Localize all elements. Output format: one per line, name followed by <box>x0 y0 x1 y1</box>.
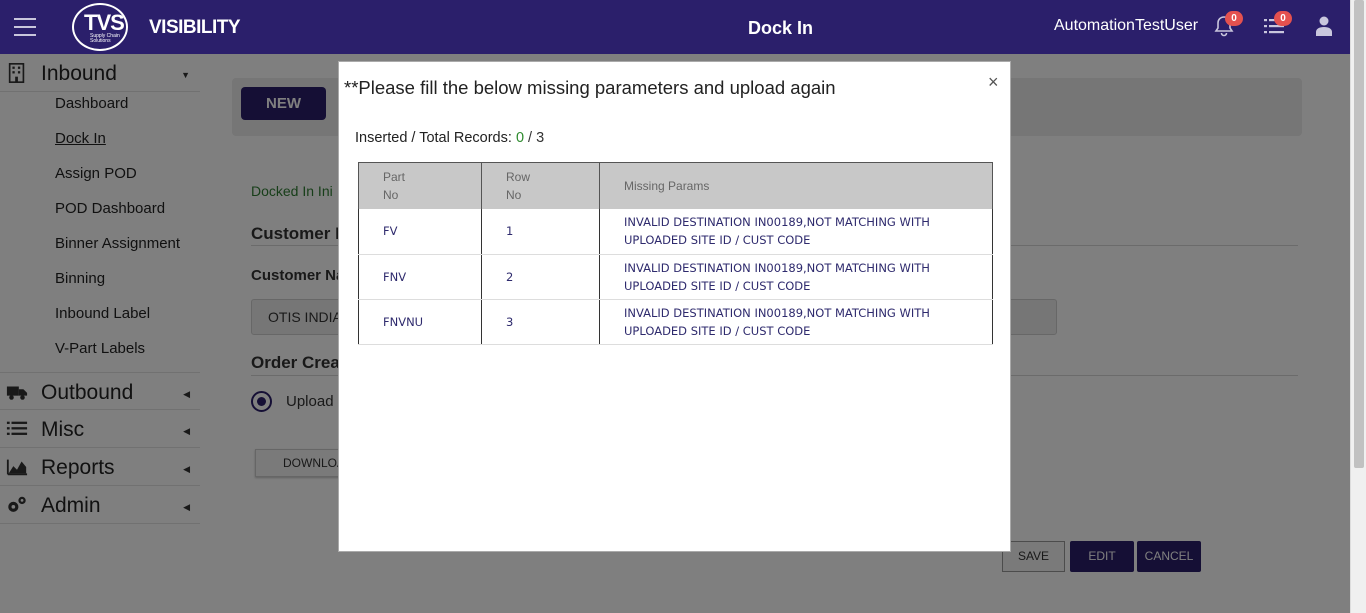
top-navbar: TVS Supply Chain Solutions VISIBILITY Do… <box>0 0 1350 54</box>
cell-part-no: FNV <box>358 254 482 300</box>
hamburger-menu-icon[interactable] <box>14 18 36 36</box>
cell-row-no: 1 <box>481 209 600 255</box>
table-header-row: Part No Row No Missing Params <box>358 162 993 209</box>
cell-missing-params: INVALID DESTINATION IN00189,NOT MATCHING… <box>599 254 993 300</box>
table-row: FNV 2 INVALID DESTINATION IN00189,NOT MA… <box>358 254 993 300</box>
scrollbar-thumb[interactable] <box>1354 0 1364 468</box>
cell-row-no: 3 <box>481 299 600 345</box>
cell-part-no: FV <box>358 209 482 255</box>
cell-missing-params: INVALID DESTINATION IN00189,NOT MATCHING… <box>599 299 993 345</box>
brand-name: VISIBILITY <box>149 17 241 38</box>
page-scrollbar[interactable] <box>1350 0 1366 613</box>
user-name[interactable]: AutomationTestUser <box>1054 17 1198 35</box>
records-summary: Inserted / Total Records: 0 / 3 <box>355 130 544 146</box>
notification-badge: 0 <box>1225 11 1243 26</box>
column-header-part-no: Part No <box>358 162 482 209</box>
task-badge: 0 <box>1274 11 1292 26</box>
logo-subtext: Supply Chain Solutions <box>90 33 120 44</box>
page-title: Dock In <box>748 18 814 38</box>
modal-title: **Please fill the below missing paramete… <box>344 77 836 98</box>
total-count: 3 <box>536 130 545 146</box>
cell-row-no: 2 <box>481 254 600 300</box>
missing-params-table: Part No Row No Missing Params FV 1 INVALID… <box>358 162 993 345</box>
user-avatar-icon[interactable] <box>1312 14 1336 38</box>
column-header-missing-params: Missing Params <box>599 162 993 209</box>
cell-part-no: FNVNU <box>358 299 482 345</box>
table-row: FNVNU 3 INVALID DESTINATION IN00189,NOT … <box>358 299 993 345</box>
column-header-row-no: Row No <box>481 162 600 209</box>
table-row: FV 1 INVALID DESTINATION IN00189,NOT MAT… <box>358 209 993 255</box>
missing-params-modal: **Please fill the below missing paramete… <box>338 61 1011 552</box>
cell-missing-params: INVALID DESTINATION IN00189,NOT MATCHING… <box>599 209 993 255</box>
company-logo[interactable]: TVS Supply Chain Solutions <box>72 3 128 51</box>
records-label: Inserted / Total Records: <box>355 130 512 146</box>
records-separator: / <box>528 130 533 146</box>
inserted-count: 0 <box>515 130 525 146</box>
close-icon[interactable]: × <box>988 72 999 93</box>
